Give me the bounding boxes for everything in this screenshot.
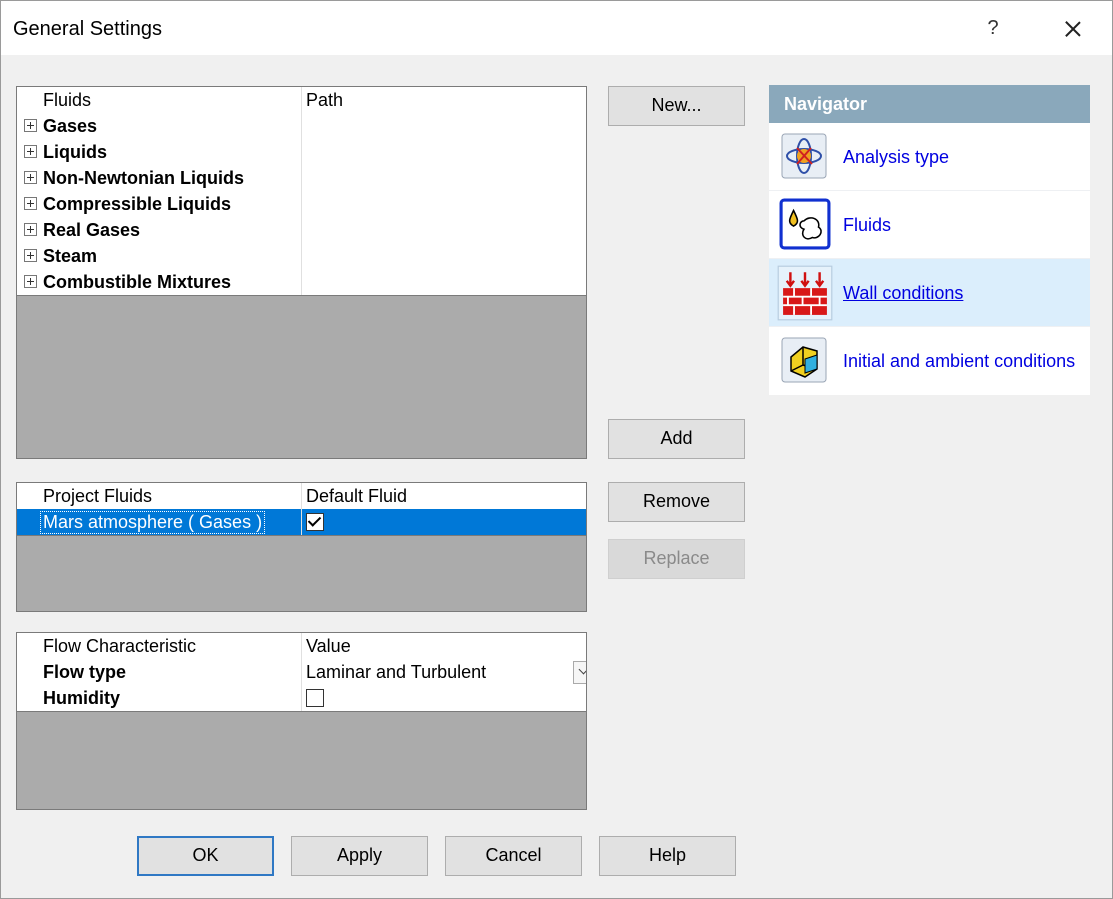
flow-type-label: Flow type [43,662,127,682]
column-divider [301,633,302,711]
expand-icon[interactable] [24,145,37,158]
project-fluids-table: Project Fluids Default Fluid Mars atmosp… [16,482,587,612]
fluid-group-label: Liquids [43,142,107,162]
fluids-icon [779,198,831,250]
new-button[interactable]: New... [608,86,745,126]
remove-button[interactable]: Remove [608,482,745,522]
general-settings-dialog: General Settings ? Fluids Path Gases Liq… [0,0,1113,899]
project-fluid-name: Mars atmosphere ( Gases ) [39,511,266,534]
expand-icon[interactable] [24,171,37,184]
dialog-title: General Settings [13,18,162,40]
navigator-item-label: Wall conditions [843,283,964,303]
checkmark-icon [307,513,322,527]
fluid-group-label: Compressible Liquids [43,194,232,214]
expand-icon[interactable] [24,197,37,210]
humidity-checkbox[interactable] [306,689,324,707]
flow-type-value[interactable]: Laminar and Turbulent [306,662,486,683]
navigator-item-analysis-type[interactable]: Analysis type [769,123,1090,191]
close-icon[interactable] [1058,11,1088,47]
fluid-group-label: Steam [43,246,98,266]
fluid-group-label: Gases [43,116,98,136]
flow-characteristic-column-header: Flow Characteristic [43,636,197,656]
help-button[interactable]: Help [599,836,736,876]
expand-icon[interactable] [24,223,37,236]
flow-characteristics-table: Flow Characteristic Value Flow type Lami… [16,632,587,810]
navigator-panel: Navigator Analysis type Fluids Wall cond… [769,85,1090,395]
title-bar: General Settings ? [1,1,1112,55]
ok-button[interactable]: OK [137,836,274,876]
value-column-header: Value [306,636,351,656]
cancel-button[interactable]: Cancel [445,836,582,876]
wall-conditions-icon [777,265,833,321]
replace-button[interactable]: Replace [608,539,745,579]
expand-icon[interactable] [24,119,37,132]
fluid-group-label: Combustible Mixtures [43,272,232,292]
fluid-group-label: Real Gases [43,220,141,240]
navigator-item-label: Fluids [843,215,892,235]
help-title-button[interactable]: ? [983,17,1003,40]
project-fluids-column-header: Project Fluids [43,486,153,506]
analysis-type-icon [781,133,827,179]
navigator-title: Navigator [784,94,868,114]
expand-icon[interactable] [24,275,37,288]
fluids-column-header: Fluids [43,90,92,110]
navigator-item-fluids[interactable]: Fluids [769,191,1090,259]
initial-conditions-icon [781,337,827,383]
apply-button[interactable]: Apply [291,836,428,876]
navigator-item-wall-conditions[interactable]: Wall conditions [769,259,1090,327]
navigator-item-label: Analysis type [843,147,950,167]
fluids-table: Fluids Path Gases Liquids Non-Newtonian … [16,86,587,459]
expand-icon[interactable] [24,249,37,262]
humidity-label: Humidity [43,688,121,708]
default-fluid-column-header: Default Fluid [306,486,408,506]
fluid-group-label: Non-Newtonian Liquids [43,168,244,188]
default-fluid-checkbox[interactable] [306,513,324,531]
add-button[interactable]: Add [608,419,745,459]
navigator-item-initial-conditions[interactable]: Initial and ambient conditions [769,327,1090,394]
column-divider [301,483,302,535]
column-divider [301,87,302,295]
navigator-header: Navigator [769,85,1090,123]
navigator-item-label: Initial and ambient conditions [843,351,1076,371]
path-column-header: Path [306,90,344,110]
chevron-down-icon[interactable] [573,661,586,684]
